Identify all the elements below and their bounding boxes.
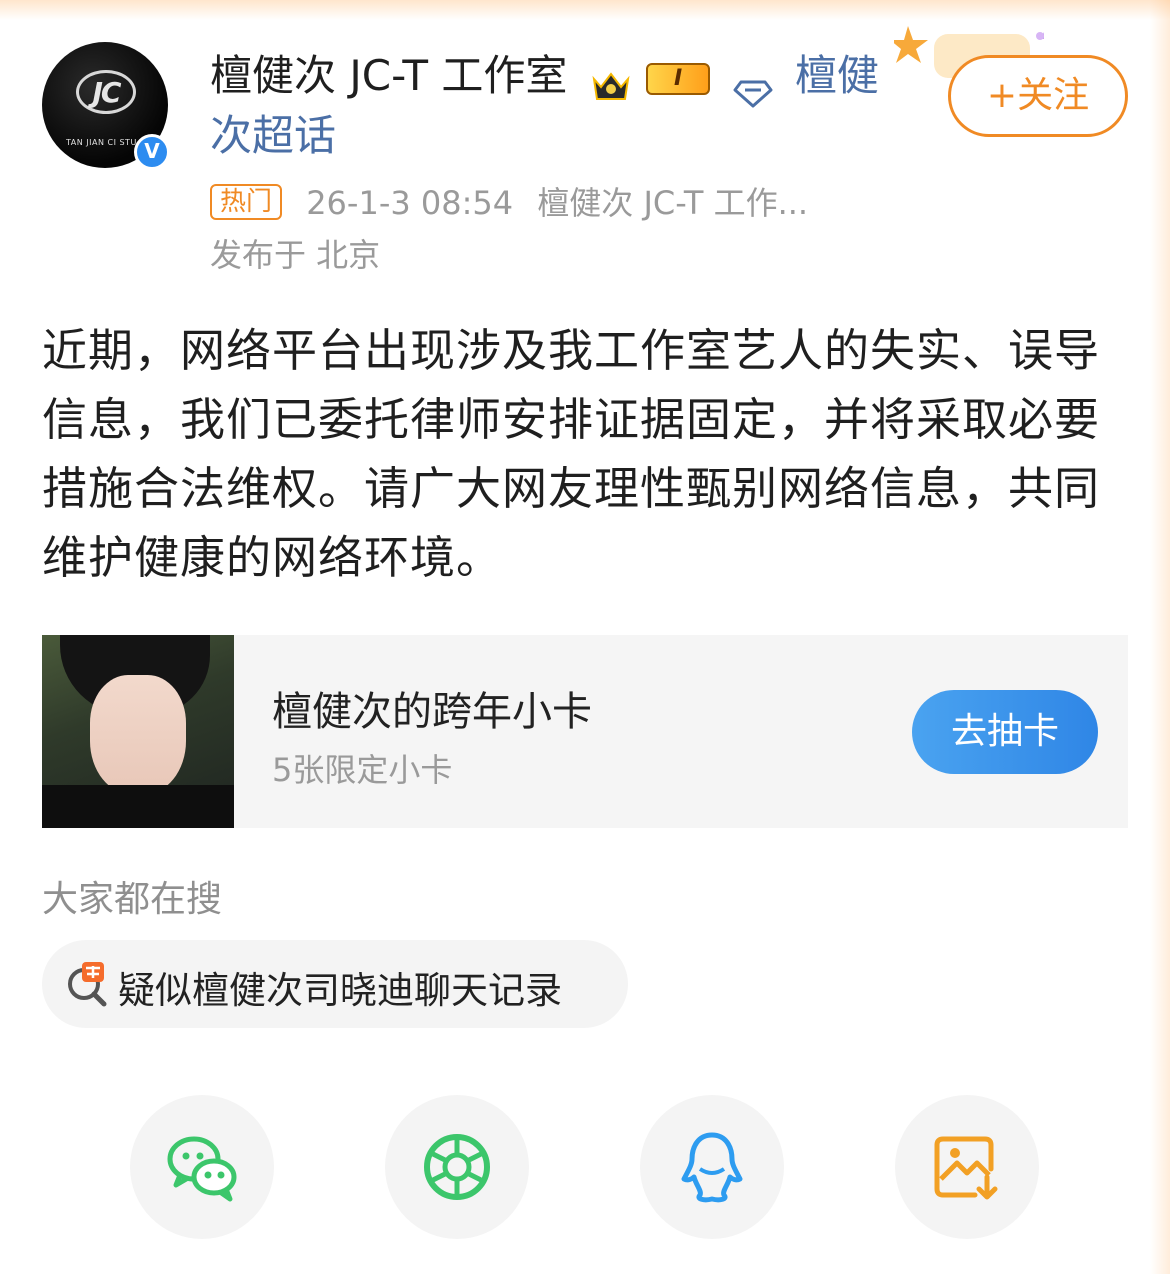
post-body: 近期，网络平台出现涉及我工作室艺人的失实、误导信息，我们已委托律师安排证据固定，… xyxy=(42,324,1101,584)
search-suggestion-text: 疑似檀健次司晓迪聊天记录 xyxy=(118,969,562,1012)
avatar-logo: JC xyxy=(92,76,122,109)
verified-badge: V xyxy=(134,134,170,170)
search-suggestion-chip[interactable]: 疑似檀健次司晓迪聊天记录 xyxy=(42,940,628,1028)
share-qq-button[interactable] xyxy=(640,1095,784,1239)
share-moments-button[interactable] xyxy=(385,1095,529,1239)
draw-card-button[interactable]: 去抽卡 xyxy=(912,690,1098,774)
card-subtitle: 5张限定小卡 xyxy=(272,751,453,789)
level-badge: I xyxy=(646,62,711,95)
wechat-icon xyxy=(167,1136,237,1202)
card-photo-shirt xyxy=(42,785,234,828)
diamond-icon xyxy=(733,64,773,107)
crown-icon xyxy=(591,61,631,100)
hot-search-icon xyxy=(64,960,112,1008)
card-photo xyxy=(42,635,234,828)
qq-icon xyxy=(681,1132,743,1203)
save-image-icon xyxy=(934,1136,998,1200)
promo-card[interactable]: 檀健次的跨年小卡 5张限定小卡 去抽卡 xyxy=(42,635,1128,828)
search-section-label: 大家都在搜 xyxy=(42,879,223,920)
side-edge-glow xyxy=(1150,0,1170,1274)
hot-tag: 热门 xyxy=(210,184,283,220)
moments-icon xyxy=(424,1134,490,1200)
follow-button[interactable]: +关注 xyxy=(948,55,1128,137)
card-title: 檀健次的跨年小卡 xyxy=(272,689,592,735)
post-header: 檀健次 JC-T 工作室 I 檀健次超话 xyxy=(210,46,890,166)
timestamp: 26-1-3 08:54 xyxy=(306,184,514,222)
source[interactable]: 檀健次 JC-T 工作... xyxy=(537,184,808,222)
post-meta: 热门 26-1-3 08:54 檀健次 JC-T 工作... xyxy=(210,178,890,228)
top-edge-glow xyxy=(0,0,1170,20)
author-name[interactable]: 檀健次 JC-T 工作室 xyxy=(210,51,567,100)
card-photo-face xyxy=(90,675,186,795)
save-image-button[interactable] xyxy=(895,1095,1039,1239)
share-wechat-button[interactable] xyxy=(130,1095,274,1239)
location: 发布于 北京 xyxy=(210,236,381,274)
